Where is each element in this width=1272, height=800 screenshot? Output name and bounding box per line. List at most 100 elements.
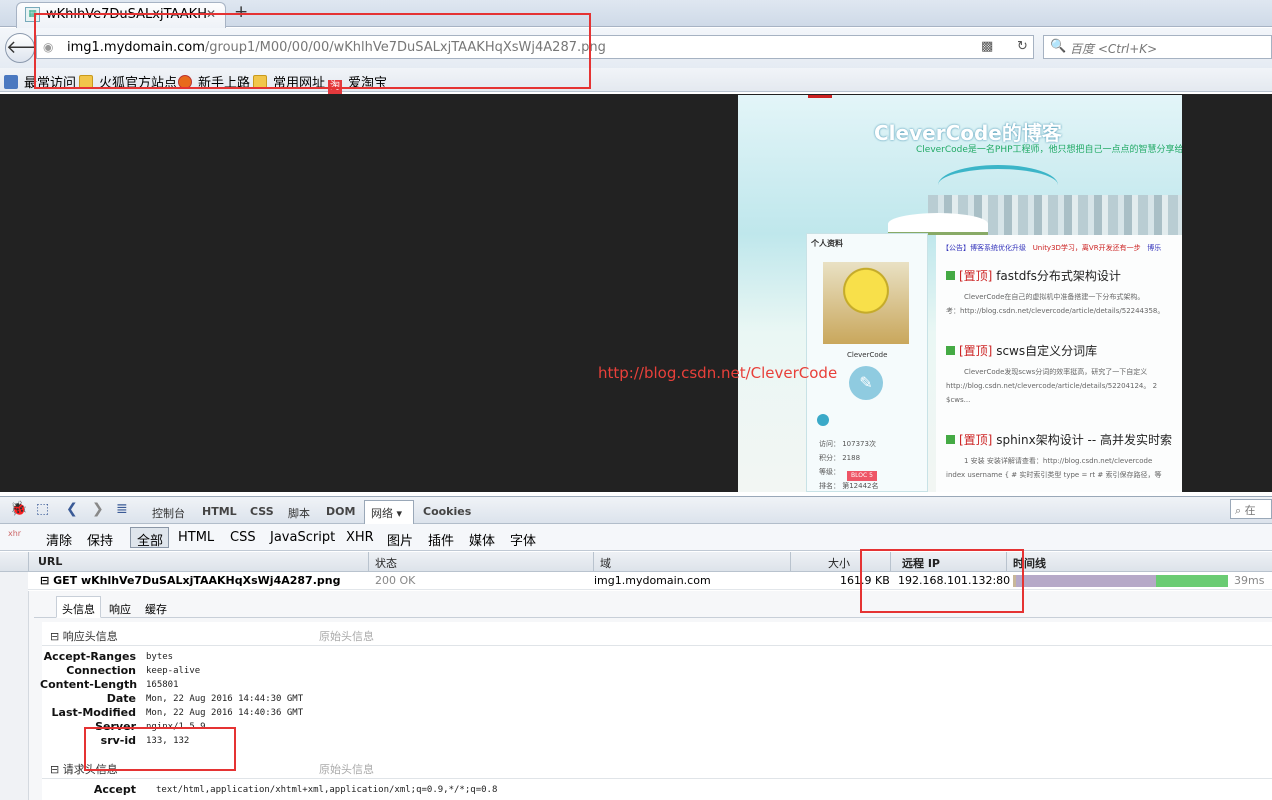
reload-icon[interactable]: ↻ <box>1017 39 1028 54</box>
persist-button[interactable]: 保持 <box>87 530 113 549</box>
blog-subtitle: CleverCode是一名PHP工程师，他只想把自己一点点的智慧分享给 <box>916 145 1182 155</box>
command-line-icon[interactable]: ≣ <box>116 501 128 517</box>
stat-points: 积分： 2188 <box>819 454 861 462</box>
tab-dom[interactable]: DOM <box>326 505 355 518</box>
blog-sidebar: 个人资料 CleverCode ✎ 访问： 107373次 积分： 2188 等… <box>806 233 928 492</box>
tab-cookies[interactable]: Cookies <box>423 505 471 518</box>
annotation-box-remote-ip <box>860 549 1024 613</box>
chevron-left-icon[interactable]: ❮ <box>66 501 78 517</box>
search-input[interactable]: 🔍 百度 <Ctrl+K> <box>1043 35 1272 59</box>
chevron-right-icon[interactable]: ❯ <box>92 501 104 517</box>
back-button[interactable]: 🡐 <box>5 33 54 63</box>
tab-net[interactable]: 网络 ▾ <box>371 505 402 521</box>
column-separator <box>593 552 594 572</box>
column-status[interactable]: 状态 <box>375 555 397 571</box>
inspect-icon[interactable]: ⬚ <box>36 501 49 517</box>
post-desc: 考：http://blog.csdn.net/clevercode/articl… <box>946 307 1165 315</box>
filter-html[interactable]: HTML <box>178 530 214 545</box>
header-value: 165801 <box>146 680 179 690</box>
header-key: Date <box>106 692 136 705</box>
tab-html[interactable]: HTML <box>202 505 237 518</box>
subtab-cache[interactable]: 缓存 <box>145 601 167 617</box>
search-placeholder: 百度 <Ctrl+K> <box>1070 42 1158 56</box>
post-desc: CleverCode在自己的虚拟机中准备搭建一下分布式架构。 <box>964 293 1145 301</box>
filter-css[interactable]: CSS <box>230 530 256 545</box>
username: CleverCode <box>847 351 888 359</box>
filter-all[interactable]: 全部 <box>137 530 163 549</box>
filter-fonts[interactable]: 字体 <box>510 530 536 549</box>
header-value: Mon, 22 Aug 2016 14:44:30 GMT <box>146 694 304 704</box>
header-value: bytes <box>146 652 174 662</box>
firebug-search-input[interactable]: ⌕ 在 <box>1230 499 1272 519</box>
header-value: Mon, 22 Aug 2016 14:40:36 GMT <box>146 708 304 718</box>
tab-css[interactable]: CSS <box>250 505 274 518</box>
qr-code-icon[interactable]: ▩ <box>981 39 993 54</box>
filter-javascript[interactable]: JavaScript <box>270 530 335 545</box>
annotation-box-url <box>34 13 591 89</box>
column-url[interactable]: URL <box>38 555 62 568</box>
subtab-response[interactable]: 响应 <box>109 601 131 617</box>
sidebar-heading: 个人资料 <box>811 239 843 248</box>
list-icon <box>817 414 829 426</box>
clear-button[interactable]: 清除 <box>46 530 72 549</box>
header-key: Content-Length <box>40 678 138 691</box>
post-desc: index username { # 实时索引类型 type = rt # 索引… <box>946 471 1162 479</box>
tab-console[interactable]: 控制台 <box>152 505 185 521</box>
firebug-toolbar <box>0 496 1272 524</box>
response-headers-toggle[interactable]: ⊟ 响应头信息 <box>50 628 118 644</box>
header-key: Connection <box>66 664 136 677</box>
raw-headers-link[interactable]: 原始头信息 <box>319 628 374 644</box>
post-desc: http://blog.csdn.net/clevercode/article/… <box>946 382 1158 390</box>
tab-script[interactable]: 脚本 <box>288 505 310 521</box>
subtab-headers[interactable]: 头信息 <box>62 601 95 617</box>
filter-plugins[interactable]: 插件 <box>428 530 454 549</box>
feather-icon: ✎ <box>849 366 883 400</box>
notice-announcement: 【公告】博客系统优化升级 <box>942 244 1026 252</box>
post-title: scws自定义分词库 <box>996 344 1098 358</box>
xhr-icon[interactable]: xhr <box>8 529 21 538</box>
post-item: [置顶] sphinx架构设计 -- 高并发实时索 1 安装 安装详解请查看：h… <box>946 431 1182 482</box>
collapse-icon[interactable]: ⊟ <box>40 574 49 587</box>
filter-images[interactable]: 图片 <box>387 530 413 549</box>
avatar <box>823 262 909 344</box>
detail-subtabs <box>34 594 1272 618</box>
firebug-icon[interactable]: 🐞 <box>10 501 27 517</box>
banner-book <box>888 213 988 235</box>
post-icon <box>946 435 955 444</box>
level-badge: BLOC 5 <box>847 471 877 481</box>
notice-bar: 【公告】博客系统优化升级 Unity3D学习，离VR开发还有一步 博乐 <box>942 243 1161 253</box>
stat-level: 等级： <box>819 468 840 476</box>
post-item: [置顶] fastdfs分布式架构设计 CleverCode在自己的虚拟机中准备… <box>946 267 1182 318</box>
post-desc: $cws... <box>946 396 971 404</box>
header-key: Accept <box>93 783 136 796</box>
annotation-box-srv-id <box>84 727 236 771</box>
column-size[interactable]: 大小 <box>828 555 850 571</box>
post-item: [置顶] scws自定义分词库 CleverCode发现scws分词的效率挺高，… <box>946 342 1182 407</box>
column-separator <box>368 552 369 572</box>
net-column-header: URL 状态 域 大小 远程 IP 时间线 <box>0 552 1272 572</box>
divider <box>42 645 1272 646</box>
post-icon <box>946 271 955 280</box>
post-icon <box>946 346 955 355</box>
image-red-accent <box>808 95 832 98</box>
column-separator <box>790 552 791 572</box>
post-desc: 1 安装 安装详解请查看：http://blog.csdn.net/clever… <box>964 457 1153 465</box>
filter-media[interactable]: 媒体 <box>469 530 495 549</box>
blog-main: 【公告】博客系统优化升级 Unity3D学习，离VR开发还有一步 博乐 [置顶]… <box>936 235 1182 492</box>
search-icon: 🔍 <box>1050 39 1067 54</box>
header-value: text/html,application/xhtml+xml,applicat… <box>156 785 498 795</box>
notice-unity: Unity3D学习，离VR开发还有一步 <box>1032 244 1141 252</box>
filter-xhr[interactable]: XHR <box>346 530 374 545</box>
timeline-receiving-bar <box>1156 575 1228 587</box>
post-title: fastdfs分布式架构设计 <box>996 269 1121 283</box>
post-title: sphinx架构设计 -- 高并发实时索 <box>996 433 1173 447</box>
request-url[interactable]: ⊟ GET wKhlhVe7DuSALxjTAAKHqXsWj4A287.png <box>40 574 340 587</box>
stat-rank: 排名： 第12442名 <box>819 482 879 490</box>
post-desc: CleverCode发现scws分词的效率挺高，研究了一下自定义 <box>964 368 1148 376</box>
watermark-text: http://blog.csdn.net/CleverCode <box>598 364 838 382</box>
stat-visits: 访问： 107373次 <box>819 440 876 448</box>
left-gutter <box>0 572 28 800</box>
column-domain[interactable]: 域 <box>600 555 611 571</box>
bookmark-star-icon <box>4 75 18 89</box>
raw-headers-link[interactable]: 原始头信息 <box>319 761 374 777</box>
